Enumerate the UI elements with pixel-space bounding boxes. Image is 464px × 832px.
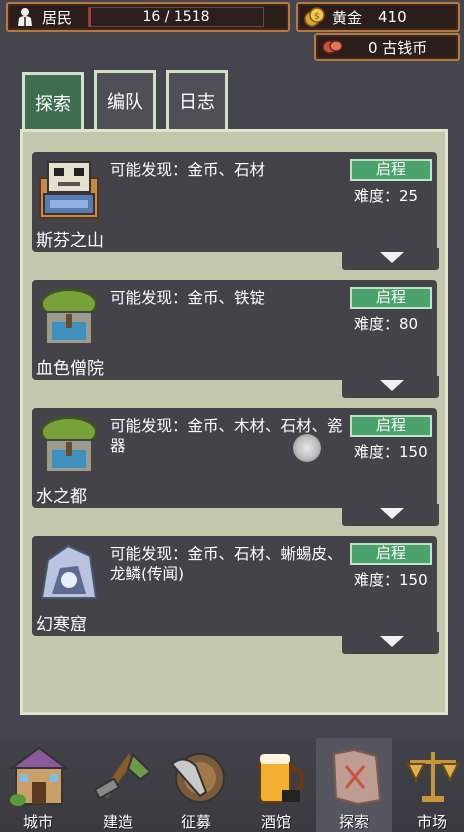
nav-item-recruit[interactable]: 征募	[158, 738, 234, 832]
nav-label: 征募	[180, 813, 211, 831]
expedition-finds: 可能发现：金币、铁锭	[110, 289, 266, 307]
depart-button[interactable]: 启程	[350, 287, 432, 309]
depart-button[interactable]: 启程	[350, 415, 432, 437]
expedition-name: 血色僧院	[36, 359, 104, 379]
bottom-nav: 城市 建造 征募 酒馆 探索 市场	[0, 738, 464, 832]
residents-progress: 16 / 1518	[88, 7, 264, 27]
resident-icon	[14, 6, 36, 28]
expedition-name: 幻寒窟	[36, 615, 87, 635]
ancient-coin-icon	[322, 36, 344, 58]
nav-label: 建造	[102, 813, 133, 831]
market-icon	[402, 744, 464, 810]
nav-label: 探索	[338, 813, 369, 831]
expand-tab[interactable]	[342, 632, 439, 654]
expedition-finds: 可能发现：金币、石材	[110, 161, 266, 179]
expand-tab[interactable]	[342, 248, 439, 270]
expedition-card-body: 可能发现：金币、铁锭 启程 难度：80 血色僧院	[32, 280, 437, 380]
residents-value: 16 / 1518	[142, 9, 210, 25]
chevron-down-icon	[380, 252, 404, 263]
scarlet-monastery-icon	[38, 286, 100, 348]
expedition-card-body: 可能发现：金币、石材 启程 难度：25 斯芬之山	[32, 152, 437, 252]
nav-item-build[interactable]: 建造	[80, 738, 156, 832]
expedition-card: 可能发现：金币、木材、石材、瓷器 启程 难度：150 水之都	[32, 408, 439, 526]
tab-team-label: 编队	[107, 92, 143, 113]
expedition-difficulty: 难度：150	[354, 443, 428, 461]
expedition-card-body: 可能发现：金币、石材、蜥蜴皮、龙鳞(传闻) 启程 难度：150 幻寒窟	[32, 536, 437, 636]
ancient-coins-bar: 0 古钱币	[314, 33, 460, 61]
gold-label: 黄金	[332, 8, 363, 27]
tab-explore-label: 探索	[35, 94, 71, 115]
tab-log-label: 日志	[179, 92, 215, 113]
build-icon	[88, 744, 152, 810]
expedition-name: 水之都	[36, 487, 87, 507]
city-icon	[8, 744, 70, 810]
tab-explore[interactable]: 探索	[22, 72, 84, 134]
nav-item-tavern[interactable]: 酒馆	[238, 738, 314, 832]
sphinx-mountain-icon	[38, 158, 100, 220]
depart-button[interactable]: 启程	[350, 159, 432, 181]
tavern-icon	[246, 744, 308, 810]
frost-cave-icon	[38, 542, 100, 604]
residents-bar: 居民 16 / 1518	[6, 2, 290, 32]
expedition-card: 可能发现：金币、铁锭 启程 难度：80 血色僧院	[32, 280, 439, 398]
depart-button[interactable]: 启程	[350, 543, 432, 565]
chevron-down-icon	[380, 508, 404, 519]
expedition-name: 斯芬之山	[36, 231, 104, 251]
gold-value: 410	[378, 8, 407, 26]
expedition-card: 可能发现：金币、石材 启程 难度：25 斯芬之山	[32, 152, 439, 270]
nav-label: 城市	[22, 813, 53, 831]
chevron-down-icon	[380, 380, 404, 391]
nav-label: 市场	[416, 813, 447, 831]
residents-label: 居民	[42, 8, 73, 27]
nav-item-city[interactable]: 城市	[0, 738, 76, 832]
expand-tab[interactable]	[342, 376, 439, 398]
tab-log[interactable]: 日志	[166, 70, 228, 132]
recruit-icon	[166, 744, 228, 810]
explore-icon	[324, 744, 386, 810]
expedition-difficulty: 难度：80	[354, 315, 419, 333]
svg-text:$: $	[314, 12, 320, 22]
gold-bar: $ 黄金 410	[296, 2, 460, 32]
nav-item-explore[interactable]: 探索	[316, 738, 392, 832]
expedition-difficulty: 难度：150	[354, 571, 428, 589]
expedition-card: 可能发现：金币、石材、蜥蜴皮、龙鳞(传闻) 启程 难度：150 幻寒窟	[32, 536, 439, 654]
nav-item-market[interactable]: 市场	[394, 738, 464, 832]
expedition-finds: 可能发现：金币、石材、蜥蜴皮、龙鳞(传闻)	[110, 545, 343, 583]
game-screen: 居民 16 / 1518 $ 黄金 410 0 古钱币 探索 编队 日志 可能发…	[0, 0, 464, 832]
expand-tab[interactable]	[342, 504, 439, 526]
tab-team[interactable]: 编队	[94, 70, 156, 132]
gold-coins-icon: $	[304, 6, 326, 28]
ancient-coins-value: 0 古钱币	[368, 38, 428, 57]
touch-indicator	[293, 434, 321, 462]
nav-label: 酒馆	[260, 813, 291, 831]
expedition-card-body: 可能发现：金币、木材、石材、瓷器 启程 难度：150 水之都	[32, 408, 437, 508]
expedition-difficulty: 难度：25	[354, 187, 419, 205]
chevron-down-icon	[380, 636, 404, 647]
water-capital-icon	[38, 414, 100, 476]
